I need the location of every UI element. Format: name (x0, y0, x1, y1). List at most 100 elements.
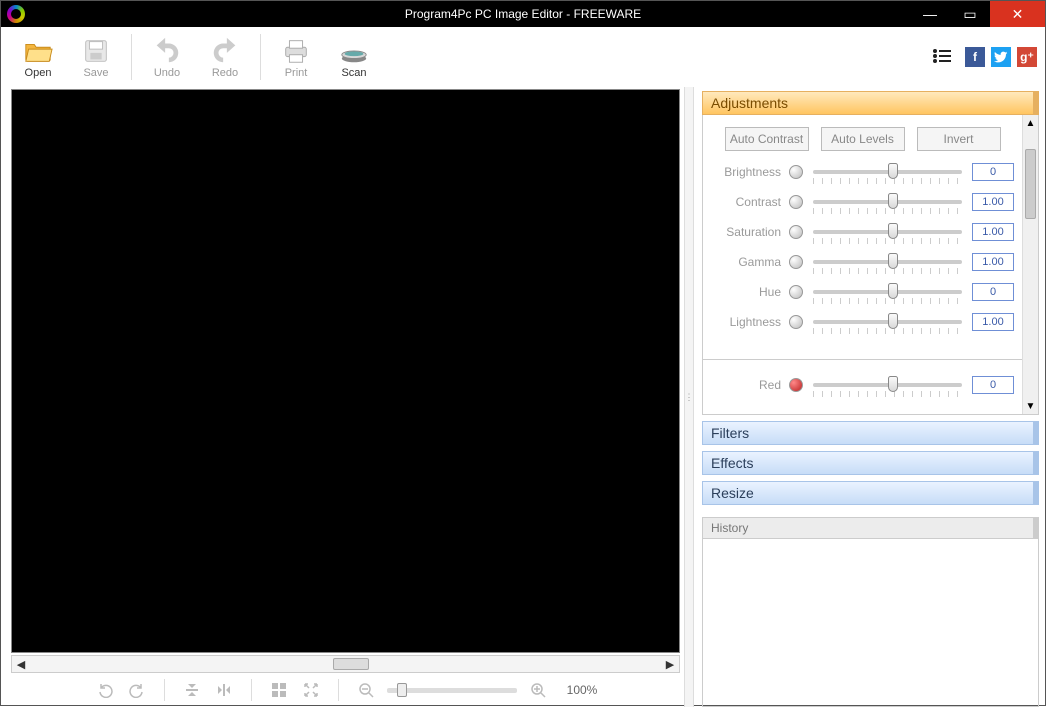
accordion-filters-label: Filters (711, 425, 749, 441)
save-icon (67, 35, 125, 67)
slider-saturation: Saturation1.00 (711, 223, 1014, 241)
slider-track[interactable] (813, 170, 962, 174)
accordion-adjustments[interactable]: Adjustments (702, 91, 1039, 115)
accordion-resize[interactable]: Resize (702, 481, 1039, 505)
history-panel-header[interactable]: History (702, 517, 1039, 539)
slider-icon (789, 315, 803, 329)
scanner-icon (325, 35, 383, 67)
folder-open-icon (9, 35, 67, 67)
actual-size-icon[interactable] (300, 679, 322, 701)
facebook-icon[interactable]: f (965, 47, 985, 67)
slider-track[interactable] (813, 260, 962, 264)
slider-icon (789, 165, 803, 179)
slider-label: Lightness (711, 315, 781, 329)
history-panel-body (702, 539, 1039, 707)
invert-button[interactable]: Invert (917, 127, 1001, 151)
slider-track[interactable] (813, 320, 962, 324)
save-button[interactable]: Save (67, 35, 125, 79)
slider-knob[interactable] (888, 313, 898, 329)
slider-track[interactable] (813, 230, 962, 234)
adjustments-panel: Auto Contrast Auto Levels Invert Brightn… (702, 115, 1039, 415)
redo-label: Redo (196, 67, 254, 79)
slider-hue: Hue 0 (711, 283, 1014, 301)
open-button[interactable]: Open (9, 35, 67, 79)
slider-knob[interactable] (888, 193, 898, 209)
slider-track[interactable] (813, 290, 962, 294)
main-toolbar: Open Save Undo Redo Print Scan (1, 27, 1045, 87)
accordion-filters[interactable]: Filters (702, 421, 1039, 445)
scroll-right-icon[interactable]: ▶ (661, 658, 679, 671)
slider-icon (789, 225, 803, 239)
title-bar: Program4Pc PC Image Editor - FREEWARE — … (1, 1, 1045, 27)
slider-value: 1.00 (972, 193, 1014, 211)
panel-splitter[interactable]: ⋮ (684, 87, 694, 707)
undo-button[interactable]: Undo (138, 35, 196, 79)
scroll-thumb-vertical[interactable] (1025, 149, 1036, 219)
slider-gamma: Gamma 1.00 (711, 253, 1014, 271)
zoom-out-icon[interactable] (355, 679, 377, 701)
zoom-value: 100% (567, 683, 598, 697)
zoom-in-icon[interactable] (527, 679, 549, 701)
scroll-left-icon[interactable]: ◀ (12, 658, 30, 671)
zoom-slider[interactable] (387, 688, 517, 693)
fit-window-icon[interactable] (268, 679, 290, 701)
redo-button[interactable]: Redo (196, 35, 254, 79)
scan-label: Scan (325, 67, 383, 79)
scroll-thumb[interactable] (333, 658, 369, 670)
rotate-cw-icon[interactable] (126, 679, 148, 701)
slider-label: Hue (711, 285, 781, 299)
slider-knob[interactable] (888, 283, 898, 299)
slider-track[interactable] (813, 200, 962, 204)
undo-label: Undo (138, 67, 196, 79)
slider-red-knob[interactable] (888, 376, 898, 392)
slider-knob[interactable] (888, 163, 898, 179)
accordion-resize-label: Resize (711, 485, 754, 501)
print-label: Print (267, 67, 325, 79)
save-label: Save (67, 67, 125, 79)
canvas-horizontal-scrollbar[interactable]: ◀ ▶ (11, 655, 680, 673)
auto-contrast-button[interactable]: Auto Contrast (725, 127, 809, 151)
scroll-up-icon[interactable]: ▲ (1026, 115, 1036, 131)
googleplus-icon[interactable]: g⁺ (1017, 47, 1037, 67)
slider-lightness: Lightness 1.00 (711, 313, 1014, 331)
print-button[interactable]: Print (267, 35, 325, 79)
slider-icon (789, 255, 803, 269)
printer-icon (267, 35, 325, 67)
slider-label: Gamma (711, 255, 781, 269)
auto-levels-button[interactable]: Auto Levels (821, 127, 905, 151)
slider-knob[interactable] (888, 223, 898, 239)
slider-value: 1.00 (972, 253, 1014, 271)
slider-icon (789, 285, 803, 299)
slider-contrast: Contrast 1.00 (711, 193, 1014, 211)
scan-button[interactable]: Scan (325, 35, 383, 79)
accordion-effects[interactable]: Effects (702, 451, 1039, 475)
zoom-slider-knob[interactable] (397, 683, 407, 697)
slider-value: 0 (972, 283, 1014, 301)
slider-label: Contrast (711, 195, 781, 209)
menu-list-icon[interactable] (933, 47, 951, 68)
redo-icon (196, 35, 254, 67)
slider-value: 1.00 (972, 223, 1014, 241)
twitter-icon[interactable] (991, 47, 1011, 67)
slider-red-track[interactable] (813, 383, 962, 387)
history-title: History (711, 521, 748, 535)
slider-value: 1.00 (972, 313, 1014, 331)
flip-horizontal-icon[interactable] (213, 679, 235, 701)
open-label: Open (9, 67, 67, 79)
slider-icon (789, 195, 803, 209)
flip-vertical-icon[interactable] (181, 679, 203, 701)
undo-icon (138, 35, 196, 67)
slider-knob[interactable] (888, 253, 898, 269)
image-canvas[interactable] (11, 89, 680, 653)
rotate-ccw-icon[interactable] (94, 679, 116, 701)
adjustments-vertical-scrollbar[interactable]: ▲ ▼ (1022, 115, 1038, 414)
slider-red-label: Red (711, 378, 781, 392)
accordion-effects-label: Effects (711, 455, 754, 471)
slider-label: Brightness (711, 165, 781, 179)
slider-red: Red 0 (711, 376, 1014, 394)
slider-red-value: 0 (972, 376, 1014, 394)
scroll-down-icon[interactable]: ▼ (1026, 398, 1036, 414)
accordion-adjustments-label: Adjustments (711, 95, 788, 111)
slider-brightness: Brightness 0 (711, 163, 1014, 181)
slider-value: 0 (972, 163, 1014, 181)
